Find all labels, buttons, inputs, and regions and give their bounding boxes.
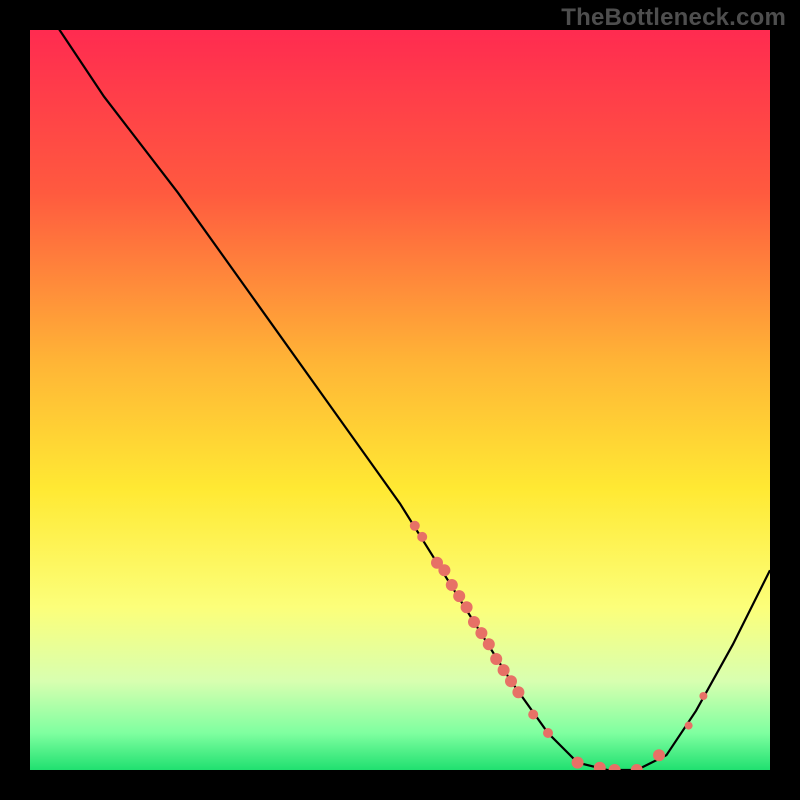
gpu-marker	[475, 627, 487, 639]
gpu-marker	[572, 757, 584, 769]
gpu-marker	[483, 638, 495, 650]
gpu-marker	[685, 722, 693, 730]
gpu-marker	[498, 664, 510, 676]
watermark-text: TheBottleneck.com	[561, 4, 786, 32]
bottleneck-chart	[30, 30, 770, 770]
chart-frame: TheBottleneck.com	[0, 0, 800, 800]
gpu-marker	[505, 675, 517, 687]
gpu-marker	[528, 710, 538, 720]
gpu-marker	[512, 686, 524, 698]
gpu-marker	[490, 653, 502, 665]
gpu-marker	[410, 521, 420, 531]
gpu-marker	[699, 692, 707, 700]
gpu-marker	[468, 616, 480, 628]
gpu-marker	[417, 532, 427, 542]
gpu-marker	[446, 579, 458, 591]
gpu-marker	[461, 601, 473, 613]
gpu-marker	[438, 564, 450, 576]
gpu-marker	[453, 590, 465, 602]
gradient-background	[30, 30, 770, 770]
gpu-marker	[543, 728, 553, 738]
gpu-marker	[653, 749, 665, 761]
